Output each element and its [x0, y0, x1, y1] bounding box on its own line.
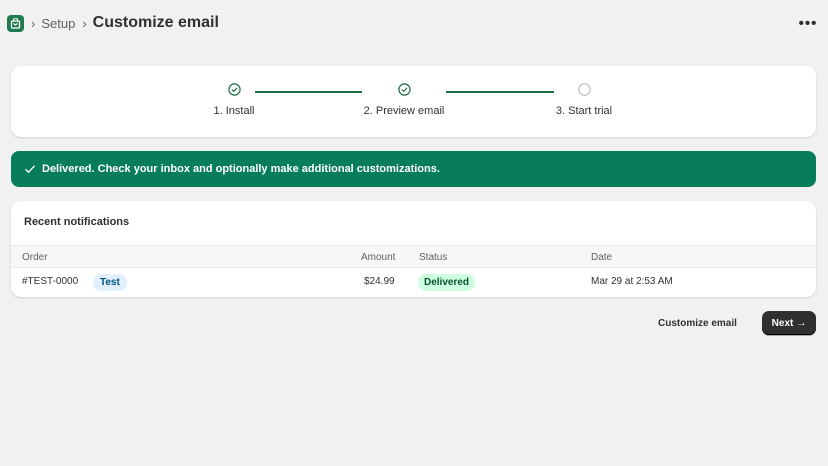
empty-circle-icon	[577, 83, 591, 96]
order-number: #TEST-0000	[22, 276, 79, 287]
setup-stepper: 1. Install 2. Preview email 3. Start tri…	[11, 66, 816, 137]
check-circle-icon	[227, 83, 241, 96]
app-icon[interactable]	[7, 14, 24, 32]
next-button[interactable]: Next →	[762, 311, 816, 335]
step-connector	[446, 91, 554, 93]
step-start-trial[interactable]: 3. Start trial	[554, 83, 614, 117]
column-header-amount: Amount	[361, 252, 396, 263]
checkmark-icon	[25, 165, 36, 174]
breadcrumb-setup[interactable]: Setup	[41, 16, 75, 31]
step-label: 1. Install	[213, 105, 255, 117]
step-label: 3. Start trial	[555, 105, 613, 117]
column-header-order: Order	[22, 252, 48, 263]
step-connector	[255, 91, 362, 93]
column-header-date: Date	[591, 252, 613, 263]
customize-email-button[interactable]: Customize email	[650, 311, 745, 335]
step-install[interactable]: 1. Install	[212, 83, 256, 117]
order-amount: $24.99	[364, 276, 395, 287]
table-row[interactable]: #TEST-0000 Test $24.99 Delivered Mar 29 …	[11, 268, 816, 297]
status-badge: Delivered	[418, 274, 476, 291]
more-horizontal-icon: •••	[798, 14, 818, 32]
top-bar: › Setup › Customize email •••	[0, 0, 828, 46]
more-actions-button[interactable]: •••	[796, 14, 820, 32]
arrow-right-icon: →	[796, 317, 807, 329]
table-header: Order Amount Status Date	[11, 245, 816, 268]
step-preview-email[interactable]: 2. Preview email	[362, 83, 446, 117]
page-title: Customize email	[92, 14, 219, 31]
card-title: Recent notifications	[24, 216, 130, 228]
breadcrumb-separator: ›	[31, 15, 36, 31]
banner-message: Delivered. Check your inbox and optional…	[42, 163, 440, 175]
notification-date: Mar 29 at 2:53 AM	[591, 276, 673, 287]
bag-icon	[10, 17, 21, 29]
column-header-status: Status	[419, 252, 448, 263]
success-banner: Delivered. Check your inbox and optional…	[11, 151, 816, 187]
next-button-label: Next	[771, 317, 794, 329]
step-label: 2. Preview email	[363, 105, 445, 117]
test-badge: Test	[93, 274, 127, 291]
breadcrumb-separator: ›	[82, 15, 87, 31]
check-circle-icon	[397, 83, 411, 96]
recent-notifications-card: Recent notifications Order Amount Status…	[11, 201, 816, 297]
